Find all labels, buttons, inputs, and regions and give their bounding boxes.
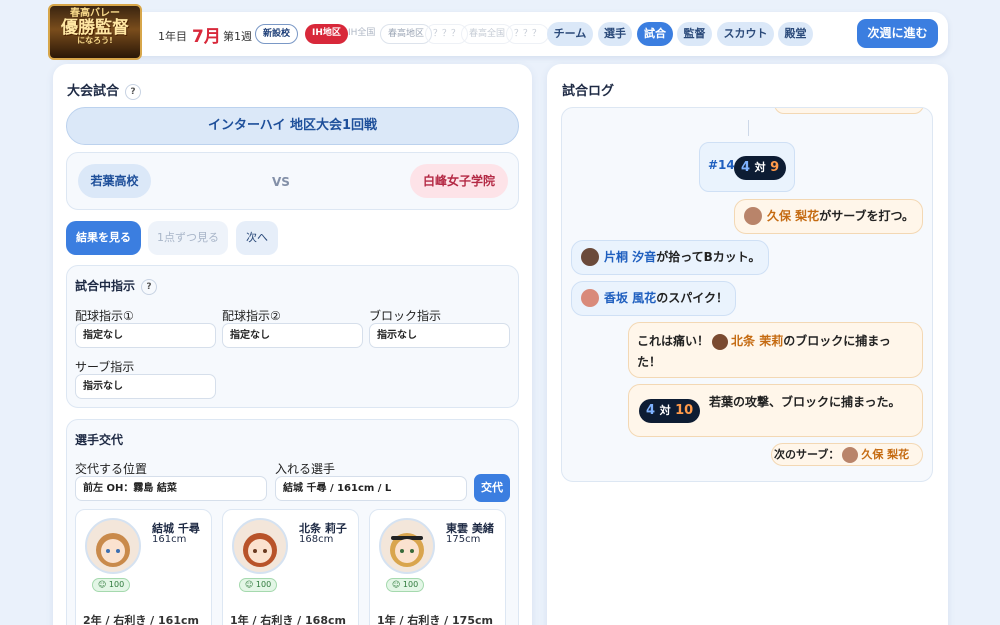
avatar (581, 289, 599, 307)
rally-number: #14 (708, 158, 735, 172)
unknown-badge-2: ？？？ (506, 24, 550, 44)
player-info: 1年 / 右利き / 168cm (230, 614, 346, 625)
nav-coach[interactable]: 監督 (677, 22, 712, 46)
player-card[interactable]: 東雲 美緒 175cm ☺ 100 1年 / 右利き / 175cm (369, 509, 506, 625)
divider (748, 120, 749, 136)
week-label: 第1週 (223, 30, 252, 43)
school-badge: 新設校 (255, 24, 299, 44)
set-instruction-2-select[interactable]: 指定なし (222, 323, 363, 348)
help-icon[interactable]: ? (125, 83, 142, 100)
game-logo: 春高バレー 優勝監督 になろう! (48, 4, 142, 60)
avatar (232, 518, 288, 574)
nav-hall-of-fame[interactable]: 殿堂 (778, 22, 813, 46)
month-label: 7月 (192, 27, 221, 47)
nav-scout[interactable]: スカウト (717, 22, 774, 46)
view-result-button[interactable]: 結果を見る (66, 221, 141, 255)
avatar (842, 447, 859, 463)
score-badge: 4 対 10 (639, 399, 701, 423)
stamina-badge: ☺ 100 (239, 578, 278, 592)
player-height: 175cm (446, 534, 481, 545)
player-height: 168cm (299, 534, 334, 545)
rally-score-card: #14 4 対 9 (699, 142, 795, 192)
help-icon[interactable]: ? (141, 278, 158, 295)
away-team: 白峰女子学院 (410, 164, 508, 198)
serve-instruction-label: サーブ指示 (75, 360, 135, 374)
rally-score: 4 対 9 (734, 156, 787, 180)
log-entry-block: これは痛い！ 北条 茉莉のブロックに捕まった！ (628, 322, 923, 378)
tournament-banner: インターハイ 地区大会1回戦 (66, 107, 519, 145)
block-instruction-label: ブロック指示 (369, 309, 442, 323)
block-instruction-select[interactable]: 指示なし (369, 323, 510, 348)
ih-national-badge: IH全国 (348, 28, 376, 38)
substitute-button[interactable]: 交代 (474, 474, 510, 502)
nav-match[interactable]: 試合 (637, 22, 673, 46)
avatar (85, 518, 141, 574)
set-instruction-1-select[interactable]: 指定なし (75, 323, 216, 348)
avatar (712, 333, 729, 350)
home-team: 若葉高校 (78, 164, 151, 198)
next-button[interactable]: 次へ (236, 221, 278, 255)
player-card[interactable]: 北条 莉子 168cm ☺ 100 1年 / 右利き / 168cm (222, 509, 359, 625)
player-card[interactable]: 結城 千尋 161cm ☺ 100 2年 / 右利き / 161cm (75, 509, 212, 625)
vs-label: VS (272, 175, 290, 189)
nav-team[interactable]: チーム (547, 22, 593, 46)
player-info: 2年 / 右利き / 161cm (83, 614, 199, 625)
step-point-button[interactable]: 1点ずつ見る (148, 221, 228, 255)
avatar (379, 518, 435, 574)
log-entry-receive: 片桐 汐音が拾ってBカット。 (571, 240, 769, 275)
position-label: 交代する位置 (75, 462, 148, 476)
nav-players[interactable]: 選手 (598, 22, 632, 46)
clipped-log-bubble (774, 108, 924, 114)
avatar (581, 248, 599, 266)
position-select[interactable]: 前左 OH：霧島 結菜 (75, 476, 267, 501)
incoming-player-label: 入れる選手 (275, 462, 336, 476)
log-entry-spike: 香坂 風花のスパイク！ (571, 281, 736, 316)
player-info: 1年 / 右利き / 175cm (377, 614, 493, 625)
player-height: 161cm (152, 534, 187, 545)
year-label: 1年目 (158, 30, 187, 43)
serve-instruction-select[interactable]: 指示なし (75, 374, 216, 399)
incoming-player-select[interactable]: 結城 千尋 / 161cm / L (275, 476, 467, 501)
log-title: 試合ログ (562, 84, 615, 99)
substitution-title: 選手交代 (75, 433, 124, 447)
instruction-title: 試合中指示? (75, 277, 158, 295)
log-entry-serve: 久保 梨花がサーブを打つ。 (734, 199, 923, 234)
next-week-button[interactable]: 次週に進む (857, 19, 938, 48)
next-serve-line: 次のサーブ： 久保 梨花 (771, 443, 923, 466)
stamina-badge: ☺ 100 (92, 578, 131, 592)
avatar (744, 207, 762, 225)
set-instruction-2-label: 配球指示② (222, 309, 281, 323)
set-instruction-1-label: 配球指示① (75, 309, 134, 323)
stamina-badge: ☺ 100 (386, 578, 425, 592)
log-entry-score-update: 4 対 10 若葉の攻撃、ブロックに捕まった。 (628, 384, 923, 437)
match-title: 大会試合? (67, 80, 142, 100)
